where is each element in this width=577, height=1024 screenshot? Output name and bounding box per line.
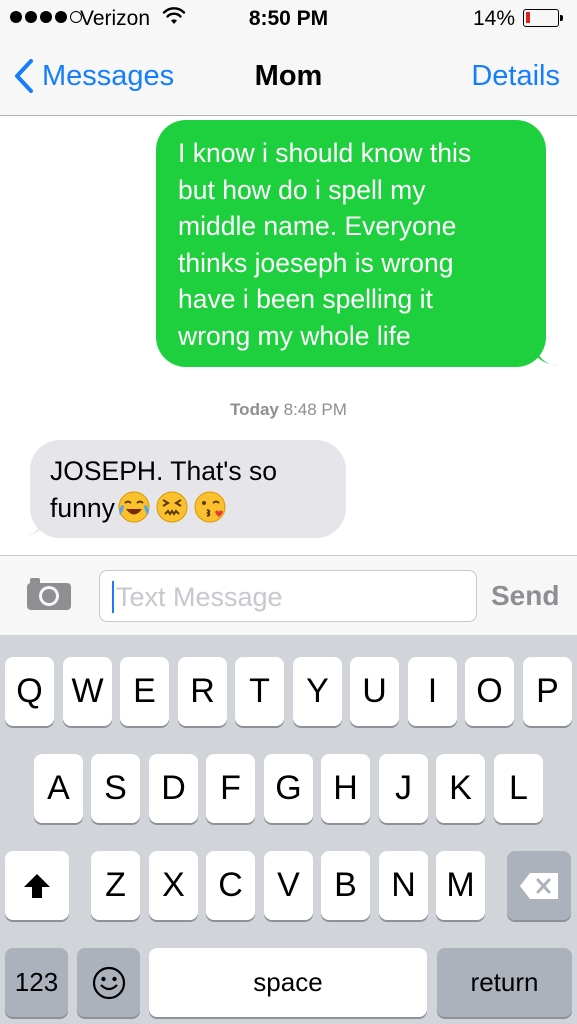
key-e[interactable]: E <box>120 657 169 726</box>
key-f[interactable]: F <box>206 754 255 823</box>
key-w[interactable]: W <box>63 657 112 726</box>
incoming-bubble-tail <box>20 512 50 538</box>
emoji-key[interactable] <box>77 948 140 1017</box>
message-input[interactable]: Text Message <box>99 570 477 622</box>
numbers-key[interactable]: 123 <box>5 948 68 1017</box>
key-x[interactable]: X <box>149 851 198 920</box>
message-line: funny <box>50 492 115 523</box>
keyboard: Q W E R T Y U I O P A S D F G H J K L Z … <box>0 635 577 1024</box>
space-key[interactable]: space <box>149 948 427 1017</box>
message-timestamp: Today 8:48 PM <box>0 400 577 420</box>
status-bar: Verizon 8:50 PM 14% <box>0 0 577 38</box>
message-line: JOSEPH. That's so <box>50 456 277 486</box>
battery-percent: 14% <box>472 7 515 30</box>
key-r[interactable]: R <box>178 657 227 726</box>
smiley-icon <box>92 966 125 999</box>
message-line: I know i should know this <box>178 138 472 168</box>
shift-key[interactable] <box>5 851 69 920</box>
face-with-tears-of-joy-emoji <box>118 491 150 522</box>
key-n[interactable]: N <box>379 851 428 920</box>
key-l[interactable]: L <box>494 754 543 823</box>
message-line: wrong my whole life <box>178 320 411 351</box>
message-line: thinks joeseph is wrong <box>178 247 454 278</box>
message-line: middle name. Everyone <box>178 211 457 241</box>
key-h[interactable]: H <box>321 754 370 823</box>
key-u[interactable]: U <box>350 657 399 726</box>
key-m[interactable]: M <box>436 851 485 920</box>
battery-icon <box>523 9 563 27</box>
delete-key[interactable] <box>507 851 571 920</box>
key-k[interactable]: K <box>436 754 485 823</box>
key-p[interactable]: P <box>523 657 572 726</box>
backspace-icon <box>520 872 558 899</box>
send-button[interactable]: Send <box>491 580 559 612</box>
text-cursor <box>112 581 114 613</box>
key-a[interactable]: A <box>34 754 83 823</box>
key-z[interactable]: Z <box>91 851 140 920</box>
message-line: have i been spelling it <box>178 284 433 314</box>
camera-icon[interactable] <box>25 576 73 612</box>
details-button[interactable]: Details <box>471 60 560 93</box>
message-input-placeholder: Text Message <box>116 582 283 612</box>
key-j[interactable]: J <box>379 754 428 823</box>
key-d[interactable]: D <box>149 754 198 823</box>
outgoing-message-bubble[interactable]: I know i should know this but how do i s… <box>156 120 546 367</box>
outgoing-bubble-tail <box>528 340 558 366</box>
message-composer: Text Message Send <box>0 555 577 635</box>
timestamp-time: 8:48 PM <box>283 400 347 419</box>
message-line: but how do i spell my <box>178 174 426 205</box>
key-o[interactable]: O <box>465 657 514 726</box>
key-b[interactable]: B <box>321 851 370 920</box>
incoming-message-bubble[interactable]: JOSEPH. That's so funny <box>30 440 346 538</box>
shift-arrow-icon <box>24 873 50 898</box>
key-v[interactable]: V <box>264 851 313 920</box>
key-q[interactable]: Q <box>5 657 54 726</box>
confounded-face-emoji <box>156 491 188 522</box>
timestamp-day: Today <box>230 400 279 419</box>
key-s[interactable]: S <box>91 754 140 823</box>
battery-level-fill <box>526 12 530 23</box>
key-c[interactable]: C <box>206 851 255 920</box>
return-key[interactable]: return <box>437 948 572 1017</box>
key-i[interactable]: I <box>408 657 457 726</box>
message-line-with-emojis: funny <box>50 490 328 527</box>
key-t[interactable]: T <box>235 657 284 726</box>
key-y[interactable]: Y <box>293 657 342 726</box>
face-throwing-kiss-emoji <box>194 491 226 522</box>
key-g[interactable]: G <box>264 754 313 823</box>
navigation-bar: Messages Mom Details <box>0 38 577 116</box>
